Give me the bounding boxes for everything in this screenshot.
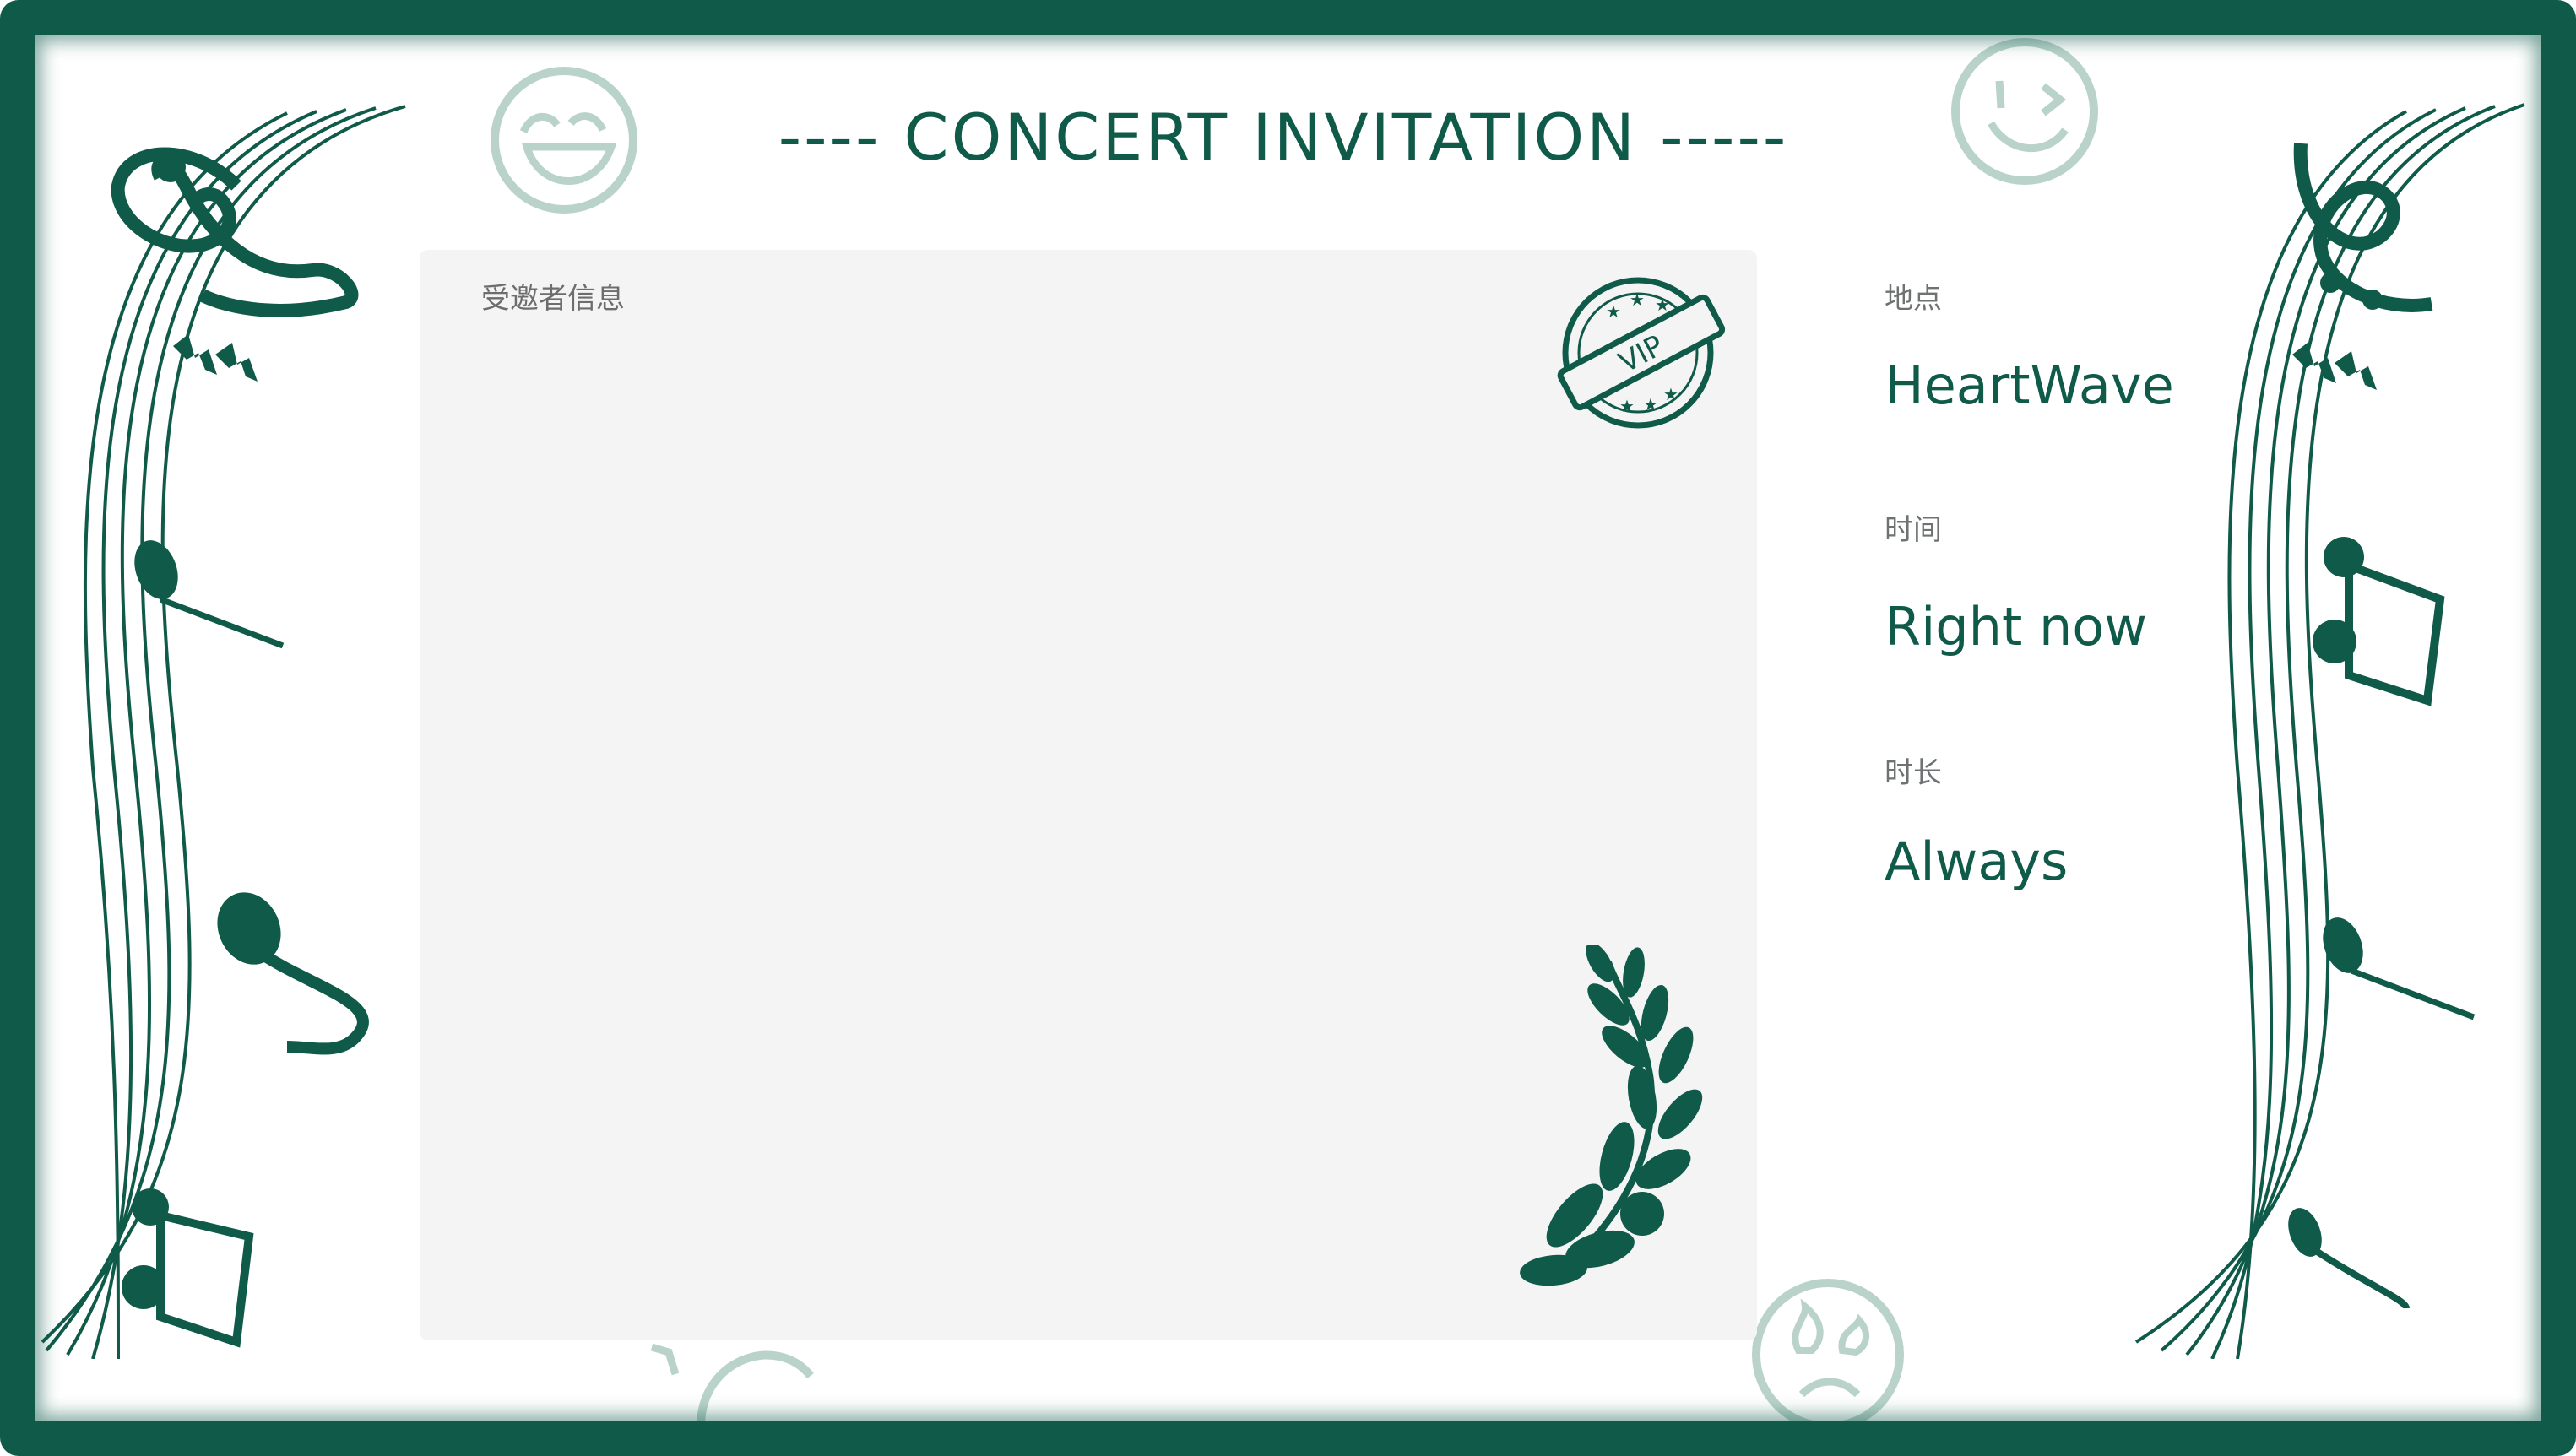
winking-emoji-icon [1950,37,2099,186]
right-music-staff [2128,93,2533,1359]
music-staff-icon [41,105,406,1359]
svg-text:★: ★ [1655,295,1670,315]
page-title: ---- CONCERT INVITATION ----- [778,100,1789,175]
svg-text:★: ★ [1606,301,1621,322]
angry-emoji-icon [1751,1278,1905,1432]
time-value: Right now [1885,596,2147,658]
duration-value: Always [1885,831,2069,892]
music-staff-icon [2134,103,2525,1359]
vip-stamp-icon: VIP ★ ★ ★ ★ ★ ★ [1554,268,1727,437]
laurel-branch-icon [1516,945,1710,1300]
location-label: 地点 [1885,282,1942,316]
svg-text:★: ★ [1619,396,1635,416]
laughing-emoji-icon [490,66,638,214]
svg-text:★: ★ [1630,290,1645,310]
left-music-staff [34,93,422,1359]
time-label: 时间 [1885,513,1942,547]
invitee-info-label: 受邀者信息 [481,282,625,316]
duration-label: 时长 [1885,756,1942,790]
svg-text:★: ★ [1643,394,1658,414]
location-value: HeartWave [1885,355,2174,416]
svg-text:★: ★ [1663,384,1678,404]
